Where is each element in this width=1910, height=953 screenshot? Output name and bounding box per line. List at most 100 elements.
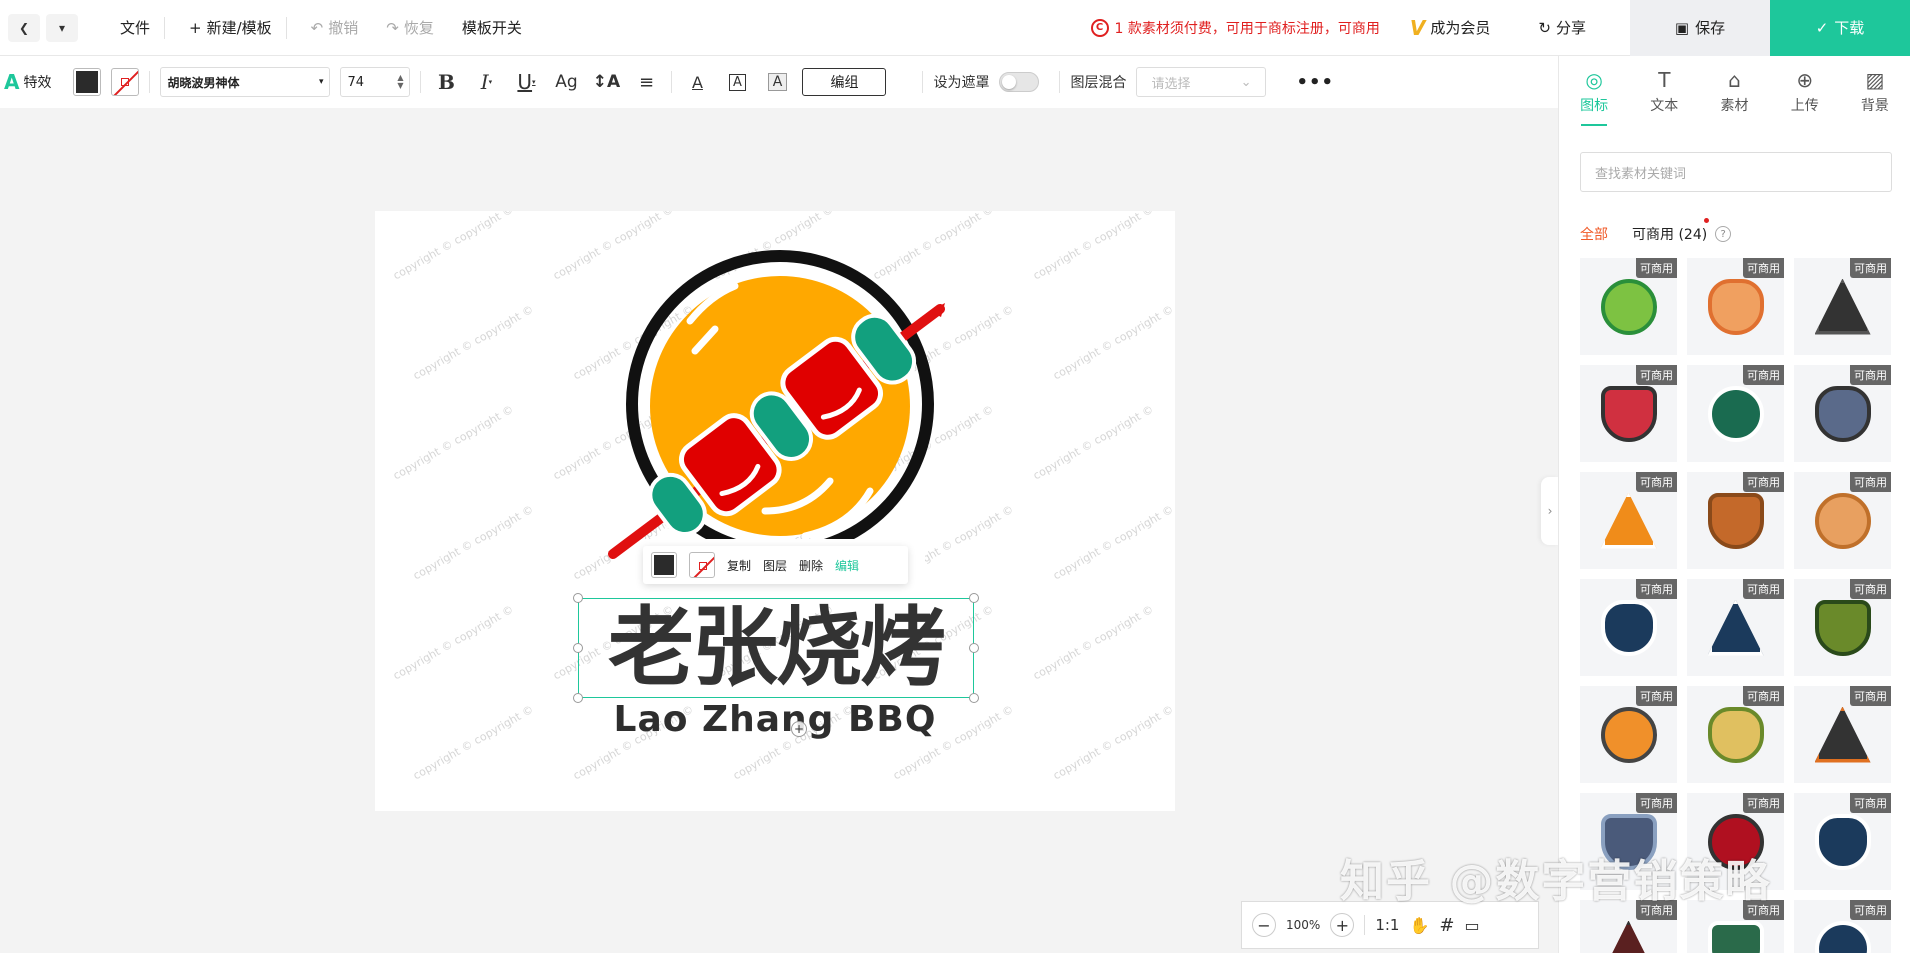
blend-mode-select[interactable]: 请选择 ⌄ xyxy=(1136,67,1267,97)
zoom-out-button[interactable]: − xyxy=(1252,913,1276,937)
resize-handle[interactable] xyxy=(969,643,979,653)
tab-upload-label: 上传 xyxy=(1790,98,1819,114)
blue-samurai-icon xyxy=(1814,385,1871,442)
collapse-panel-button[interactable]: › xyxy=(1541,477,1559,545)
zoom-level[interactable]: 100% xyxy=(1286,918,1320,932)
witch-icon xyxy=(1600,920,1657,953)
fill-color-swatch[interactable] xyxy=(73,68,102,96)
context-stroke-swatch[interactable] xyxy=(689,552,715,578)
copy-button[interactable]: 复制 xyxy=(727,557,751,574)
font-family-select[interactable]: 胡晓波男神体 ▾ xyxy=(160,67,331,97)
asset-tile[interactable]: 可商用 xyxy=(1580,793,1677,890)
tab-background[interactable]: ▨ 背景 xyxy=(1840,56,1910,128)
mask-toggle[interactable] xyxy=(999,72,1040,92)
paid-notice[interactable]: C 1 款素材须付费，可用于商标注册，可商用 xyxy=(1090,18,1396,38)
asset-tile[interactable]: 可商用 xyxy=(1794,579,1891,676)
asset-tile[interactable]: 可商用 xyxy=(1687,472,1784,569)
resize-handle[interactable] xyxy=(573,593,583,603)
edit-button[interactable]: 编辑 xyxy=(835,557,859,574)
text-stroke-icon: A xyxy=(729,73,746,91)
logo-title[interactable]: 老张烧烤 xyxy=(579,599,973,697)
context-fill-swatch[interactable] xyxy=(651,552,677,578)
font-color-button[interactable]: A xyxy=(682,67,712,97)
undo-button[interactable]: ↶ 撤销 xyxy=(297,0,373,56)
plus-icon: + xyxy=(189,18,202,37)
asset-tile[interactable]: 可商用 xyxy=(1580,472,1677,569)
plus-icon: + xyxy=(1335,915,1350,935)
search-placeholder: 查找素材关键词 xyxy=(1595,166,1687,182)
asset-tile[interactable]: 可商用 xyxy=(1794,365,1891,462)
bold-button[interactable]: B xyxy=(431,67,461,97)
caret-down-icon: ▾ xyxy=(318,77,324,87)
layer-button[interactable]: 图层 xyxy=(763,557,787,574)
zoom-in-button[interactable]: + xyxy=(1330,913,1355,937)
italic-button[interactable]: I ▾ xyxy=(471,67,501,97)
share-button[interactable]: ↻ 分享 xyxy=(1524,0,1630,56)
search-input[interactable]: 查找素材关键词 xyxy=(1580,152,1892,192)
resize-handle[interactable] xyxy=(573,643,583,653)
hand-icon[interactable]: ✋ xyxy=(1409,916,1429,935)
asset-tile[interactable]: 可商用 xyxy=(1794,472,1891,569)
download-button[interactable]: ✓ 下载 xyxy=(1770,0,1910,56)
tab-upload[interactable]: ⊕ 上传 xyxy=(1770,56,1840,128)
letter-spacing-button[interactable]: ↕ A xyxy=(591,67,621,97)
asset-tile[interactable]: 可商用 xyxy=(1794,900,1891,953)
file-menu[interactable]: 文件 xyxy=(106,0,164,56)
asset-tile[interactable]: 可商用 xyxy=(1580,900,1677,953)
filter-commercial[interactable]: 可商用 (24) xyxy=(1632,218,1710,244)
design-canvas[interactable]: copyright © copyright © copyright © copyr… xyxy=(375,211,1175,811)
download-label: 下载 xyxy=(1834,19,1865,37)
underline-button[interactable]: U ▾ xyxy=(511,67,541,97)
logo-subtitle[interactable]: Lao Zhang BBQ xyxy=(375,699,1175,740)
align-button[interactable]: ≡ xyxy=(631,67,661,97)
asset-tile[interactable]: 可商用 xyxy=(1687,365,1784,462)
history-dropdown-button[interactable]: ▾ xyxy=(46,13,78,42)
help-icon[interactable]: ? xyxy=(1715,226,1732,242)
asset-tile[interactable]: 可商用 xyxy=(1580,365,1677,462)
asset-tile[interactable]: 可商用 xyxy=(1687,793,1784,890)
divider xyxy=(149,71,151,93)
redo-button[interactable]: ↷ 恢复 xyxy=(372,0,448,56)
effects-button[interactable]: A 特效 xyxy=(4,70,51,94)
new-template-button[interactable]: + 新建/模板 xyxy=(175,0,286,56)
tab-text[interactable]: T 文本 xyxy=(1629,56,1699,128)
group-button[interactable]: 编组 xyxy=(802,68,887,96)
tab-materials[interactable]: ⌂ 素材 xyxy=(1699,56,1769,128)
effects-icon: A xyxy=(4,70,20,94)
ruler-icon[interactable]: ▭ xyxy=(1464,916,1479,935)
tab-icons[interactable]: ◎ 图标 xyxy=(1559,56,1629,128)
asset-tile[interactable]: 可商用 xyxy=(1794,793,1891,890)
asset-tile[interactable]: 可商用 xyxy=(1687,686,1784,783)
asset-tile[interactable]: 可商用 xyxy=(1580,579,1677,676)
asset-tile[interactable]: 可商用 xyxy=(1794,258,1891,355)
divider xyxy=(922,71,924,93)
filter-all[interactable]: 全部 xyxy=(1580,224,1608,244)
text-background-button[interactable]: A xyxy=(762,67,792,97)
context-fill-preview xyxy=(654,555,674,575)
vip-icon: V xyxy=(1409,15,1426,40)
back-button[interactable]: ❮ xyxy=(8,13,40,42)
resize-handle[interactable] xyxy=(969,593,979,603)
asset-tile[interactable]: 可商用 xyxy=(1580,258,1677,355)
panda-cowboy-icon xyxy=(1814,492,1871,549)
asset-tile[interactable]: 可商用 xyxy=(1687,579,1784,676)
asset-tile[interactable]: 可商用 xyxy=(1580,686,1677,783)
text-case-button[interactable]: Ag xyxy=(551,67,581,97)
delete-button[interactable]: 删除 xyxy=(799,557,823,574)
asset-tile[interactable]: 可商用 xyxy=(1687,900,1784,953)
share-label: 分享 xyxy=(1555,19,1586,37)
more-options-button[interactable]: ••• xyxy=(1296,72,1334,93)
actual-size-button[interactable]: 1:1 xyxy=(1375,916,1399,934)
vip-button[interactable]: V 成为会员 xyxy=(1396,0,1525,56)
font-size-stepper[interactable]: 74 ▲ ▼ xyxy=(340,67,411,97)
save-button[interactable]: ▣ 保存 xyxy=(1630,0,1770,56)
stroke-color-swatch[interactable] xyxy=(111,68,140,96)
grid-icon[interactable]: # xyxy=(1439,915,1454,936)
text-stroke-button[interactable]: A xyxy=(722,67,752,97)
save-icon: ▣ xyxy=(1674,18,1690,37)
asset-tile[interactable]: 可商用 xyxy=(1794,686,1891,783)
rotate-handle[interactable]: + xyxy=(791,721,807,737)
selected-title-text[interactable]: 老张烧烤 xyxy=(573,593,979,703)
asset-tile[interactable]: 可商用 xyxy=(1687,258,1784,355)
template-switch-button[interactable]: 模板开关 xyxy=(448,0,536,56)
